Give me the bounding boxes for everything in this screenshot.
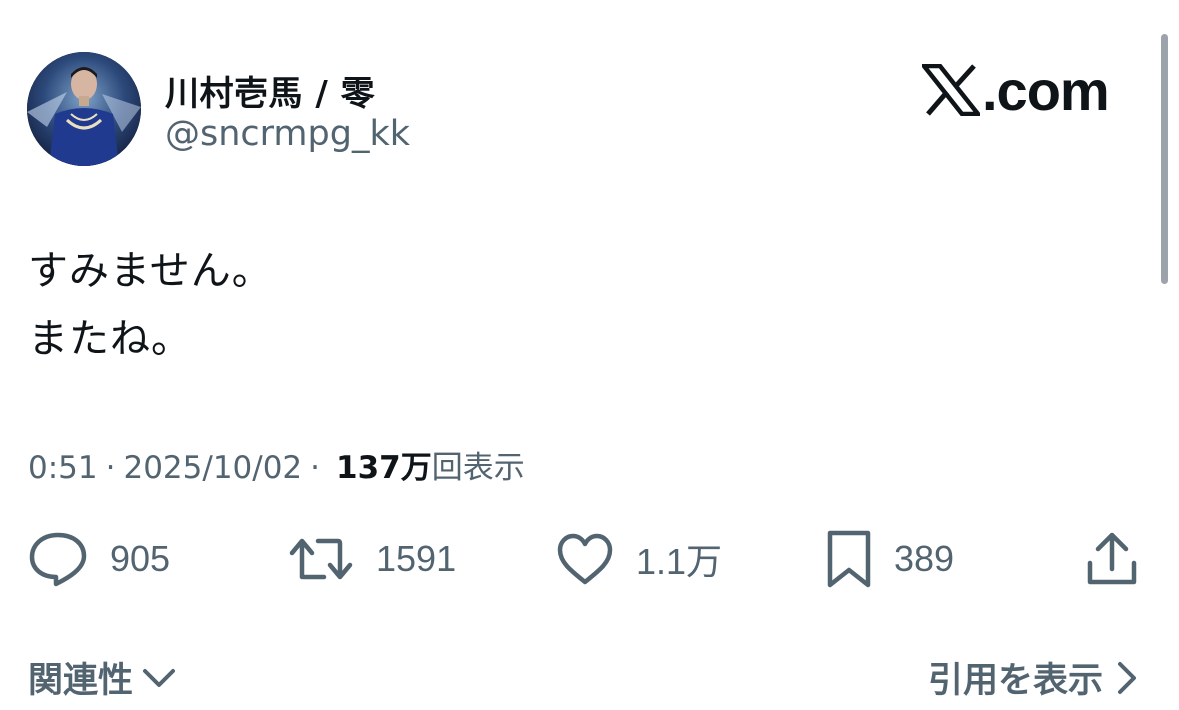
heart-icon xyxy=(557,533,613,585)
share-button[interactable] xyxy=(1086,530,1138,588)
chevron-right-icon xyxy=(1118,661,1136,694)
author-display-name[interactable]: 川村壱馬 / 零 xyxy=(165,66,375,115)
tweet-text-line: またね。 xyxy=(28,316,192,362)
repost-count: 1591 xyxy=(376,538,457,579)
related-sort-button[interactable]: 関連性 xyxy=(28,652,177,703)
reply-icon xyxy=(29,532,87,587)
x-com-logo: .com xyxy=(922,58,1110,122)
bookmark-button[interactable]: 389 xyxy=(826,530,954,588)
tweet-text-line: すみません。 xyxy=(28,248,273,294)
like-count: 1.1万 xyxy=(636,541,723,582)
tweet-meta: 0:51 · 2025/10/02 · 137万 回表示 xyxy=(28,442,525,487)
repost-icon xyxy=(289,538,353,580)
views-count[interactable]: 137万 xyxy=(336,442,432,487)
avatar[interactable] xyxy=(27,52,141,166)
reply-count: 905 xyxy=(110,538,171,579)
views-label: 回表示 xyxy=(431,450,525,486)
bookmark-icon xyxy=(827,530,871,588)
meta-separator: · xyxy=(310,450,321,486)
scrollbar[interactable] xyxy=(1161,34,1168,284)
reply-button[interactable]: 905 xyxy=(28,530,170,588)
author-handle[interactable]: @sncrmpg_kk xyxy=(165,114,410,154)
x-logo-icon xyxy=(922,64,980,116)
quotes-label: 引用を表示 xyxy=(927,661,1103,701)
tweet-date[interactable]: 2025/10/02 xyxy=(123,450,302,486)
share-icon xyxy=(1087,532,1137,585)
bookmark-count: 389 xyxy=(894,538,955,579)
chevron-down-icon xyxy=(143,668,176,687)
repost-button[interactable]: 1591 xyxy=(288,530,456,588)
tweet-time[interactable]: 0:51 xyxy=(28,450,98,486)
like-button[interactable]: 1.1万 xyxy=(556,530,722,588)
related-label: 関連性 xyxy=(28,661,134,701)
avatar-photo xyxy=(27,52,141,166)
logo-text: .com xyxy=(982,58,1110,122)
meta-separator: · xyxy=(105,450,116,486)
view-quotes-link[interactable]: 引用を表示 xyxy=(928,652,1139,703)
